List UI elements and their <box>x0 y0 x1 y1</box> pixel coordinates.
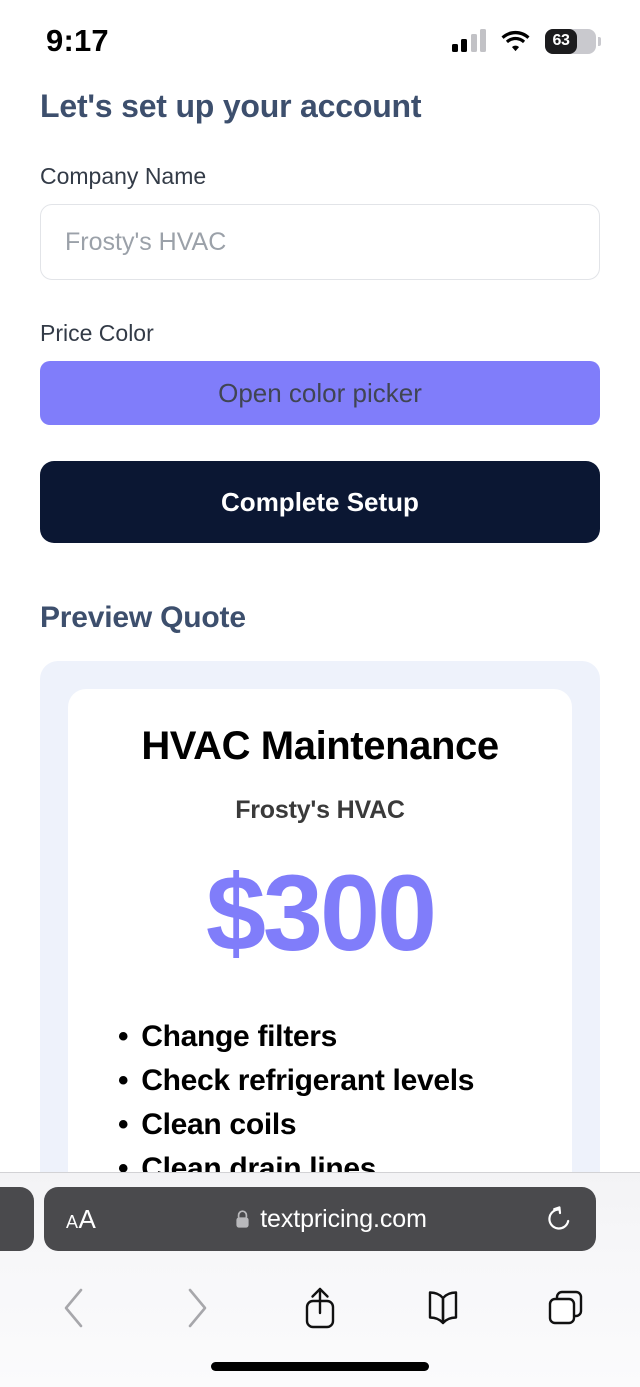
browser-tab-bar: A A textpricing.com <box>0 1173 640 1265</box>
book-icon <box>428 1290 458 1324</box>
phone-screen: 9:17 63 Let's set up your account Compan… <box>0 0 640 1387</box>
text-size-large-a: A <box>78 1203 96 1234</box>
url-text: textpricing.com <box>260 1204 427 1233</box>
price-color-label: Price Color <box>40 320 154 346</box>
bookmarks-button[interactable] <box>413 1278 473 1338</box>
quote-item-list: Change filters Check refrigerant levels … <box>94 1015 546 1172</box>
reload-icon[interactable] <box>544 1204 574 1234</box>
status-indicators: 63 <box>451 28 601 54</box>
chevron-left-icon <box>64 1288 83 1327</box>
setup-form: Let's set up your account Company Name P… <box>0 76 640 1172</box>
url-display[interactable]: textpricing.com <box>118 1205 544 1234</box>
list-item: Check refrigerant levels <box>118 1059 546 1103</box>
chevron-right-icon <box>188 1288 207 1327</box>
back-button[interactable] <box>44 1278 104 1338</box>
battery-percent: 63 <box>552 32 570 49</box>
open-color-picker-button[interactable]: Open color picker <box>40 361 600 425</box>
tabs-icon <box>548 1290 583 1324</box>
lock-icon <box>236 1209 249 1228</box>
quote-company: Frosty's HVAC <box>235 795 405 824</box>
status-bar: 9:17 63 <box>0 0 640 76</box>
text-size-small-a: A <box>66 1211 78 1232</box>
quote-title: HVAC Maintenance <box>141 724 499 768</box>
quote-price: $300 <box>205 851 437 973</box>
share-button[interactable] <box>290 1278 350 1338</box>
forward-button[interactable] <box>167 1278 227 1338</box>
home-indicator <box>211 1362 429 1371</box>
list-item: Clean coils <box>118 1103 546 1147</box>
page-title: Let's set up your account <box>40 88 422 124</box>
cellular-signal-icon <box>451 29 486 52</box>
wifi-icon <box>501 30 530 52</box>
list-item: Clean drain lines <box>118 1147 546 1172</box>
share-icon <box>305 1287 335 1328</box>
company-name-input[interactable] <box>40 204 600 280</box>
status-time: 9:17 <box>46 23 109 58</box>
company-name-label: Company Name <box>40 163 207 189</box>
address-bar[interactable]: A A textpricing.com <box>44 1187 596 1251</box>
preview-quote-heading: Preview Quote <box>40 601 246 634</box>
browser-toolbar <box>0 1265 640 1350</box>
preview-panel: HVAC Maintenance Frosty's HVAC $300 Chan… <box>40 661 600 1172</box>
tabs-button[interactable] <box>536 1278 596 1338</box>
battery-icon: 63 <box>545 28 601 54</box>
complete-setup-button[interactable]: Complete Setup <box>40 461 600 543</box>
webpage-viewport: Let's set up your account Company Name P… <box>0 76 640 1172</box>
browser-chrome: A A textpricing.com <box>0 1172 640 1387</box>
adjacent-tab[interactable] <box>0 1187 34 1251</box>
quote-card: HVAC Maintenance Frosty's HVAC $300 Chan… <box>68 689 572 1172</box>
text-size-button[interactable]: A A <box>66 1204 118 1235</box>
list-item: Change filters <box>118 1015 546 1059</box>
